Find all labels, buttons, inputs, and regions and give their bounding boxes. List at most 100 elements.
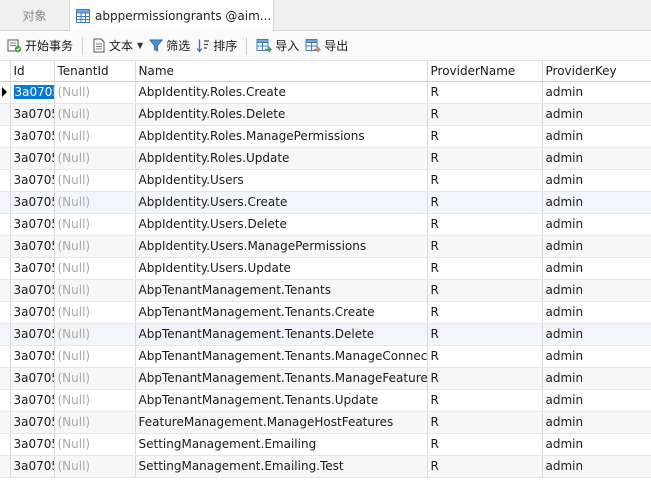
data-grid[interactable]: Id TenantId Name ProviderName ProviderKe… (0, 61, 651, 486)
text-view-button[interactable]: 文本 ▼ (89, 34, 146, 58)
cell-name[interactable]: AbpTenantManagement.Tenants.Create (135, 301, 428, 324)
cell-providerkey[interactable]: admin (542, 147, 651, 170)
cell-id[interactable]: 3a0705 (10, 411, 55, 434)
sort-button[interactable]: 排序 (193, 34, 240, 58)
row-indicator[interactable] (0, 191, 11, 214)
cell-providername[interactable]: R (427, 301, 543, 324)
cell-id[interactable]: 3a0705 (10, 191, 55, 214)
table-row[interactable]: 3a0705(Null) AbpIdentity.Users.Delete Radm… (0, 213, 651, 236)
table-row[interactable]: 3a0705(Null) AbpIdentity.Roles.Update Radm… (0, 147, 651, 170)
cell-providerkey[interactable]: admin (542, 213, 651, 236)
cell-providername[interactable]: R (427, 125, 543, 148)
cell-id[interactable]: 3a0705 (10, 103, 55, 126)
filter-button[interactable]: 筛选 (146, 34, 193, 58)
table-row[interactable]: 3a0705(Null) SettingManagement.Emailing Ra… (0, 433, 651, 456)
column-header-id[interactable]: Id (10, 61, 55, 82)
cell-providerkey[interactable]: admin (542, 125, 651, 148)
row-indicator[interactable] (0, 213, 11, 236)
cell-id[interactable]: 3a0705 (10, 213, 55, 236)
cell-providername[interactable]: R (427, 389, 543, 412)
column-header-providerkey[interactable]: ProviderKey (542, 61, 651, 82)
cell-id[interactable]: 3a0705 (10, 389, 55, 412)
cell-providerkey[interactable]: admin (542, 191, 651, 214)
begin-transaction-button[interactable]: 开始事务 (4, 34, 76, 58)
cell-providername[interactable]: R (427, 235, 543, 258)
cell-tenantid[interactable]: (Null) (54, 169, 136, 192)
cell-name[interactable]: AbpIdentity.Users.ManagePermissions (135, 235, 428, 258)
cell-id[interactable]: 3a0705 (10, 169, 55, 192)
cell-providerkey[interactable]: admin (542, 411, 651, 434)
row-indicator[interactable] (0, 125, 11, 148)
cell-name[interactable]: AbpIdentity.Users.Delete (135, 213, 428, 236)
table-row[interactable]: 3a0705(Null) AbpIdentity.Users Radmin (0, 169, 651, 192)
cell-providername[interactable]: R (427, 257, 543, 280)
cell-providerkey[interactable]: admin (542, 169, 651, 192)
cell-tenantid[interactable]: (Null) (54, 433, 136, 456)
table-row[interactable]: 3a0705(Null) AbpTenantManagement.Tenants.… (0, 367, 651, 390)
row-indicator[interactable] (0, 411, 11, 434)
row-indicator[interactable] (0, 323, 11, 346)
cell-name[interactable]: AbpIdentity.Roles.Create (135, 81, 428, 104)
cell-providername[interactable]: R (427, 147, 543, 170)
cell-providername[interactable]: R (427, 411, 543, 434)
cell-providername[interactable]: R (427, 81, 543, 104)
cell-name[interactable]: AbpTenantManagement.Tenants.Delete (135, 323, 428, 346)
row-indicator[interactable] (0, 257, 11, 280)
cell-tenantid[interactable]: (Null) (54, 191, 136, 214)
cell-providername[interactable]: R (427, 169, 543, 192)
cell-providername[interactable]: R (427, 213, 543, 236)
cell-tenantid[interactable]: (Null) (54, 279, 136, 302)
cell-providerkey[interactable]: admin (542, 345, 651, 368)
cell-providerkey[interactable]: admin (542, 81, 651, 104)
cell-providerkey[interactable]: admin (542, 323, 651, 346)
cell-tenantid[interactable]: (Null) (54, 125, 136, 148)
cell-name[interactable]: AbpTenantManagement.Tenants.ManageFeatur… (135, 367, 428, 390)
row-indicator[interactable] (0, 279, 11, 302)
table-row[interactable]: 3a0705(Null) AbpTenantManagement.Tenants.… (0, 301, 651, 324)
table-row[interactable]: 3a0705(Null) AbpTenantManagement.Tenants.… (0, 323, 651, 346)
export-button[interactable]: 导出 (302, 34, 351, 58)
row-indicator[interactable] (0, 367, 11, 390)
cell-tenantid[interactable]: (Null) (54, 345, 136, 368)
table-row[interactable]: 3a0705 (Null) AbpIdentity.Roles.Create Radm… (0, 81, 651, 104)
cell-tenantid[interactable]: (Null) (54, 257, 136, 280)
cell-providerkey[interactable]: admin (542, 257, 651, 280)
cell-providerkey[interactable]: admin (542, 235, 651, 258)
cell-id[interactable]: 3a0705 (10, 147, 55, 170)
row-indicator[interactable] (0, 235, 11, 258)
cell-providername[interactable]: R (427, 323, 543, 346)
table-row[interactable]: 3a0705(Null) AbpIdentity.Roles.ManagePerm… (0, 125, 651, 148)
cell-name[interactable]: AbpTenantManagement.Tenants.ManageConnec… (135, 345, 428, 368)
cell-tenantid[interactable]: (Null) (54, 103, 136, 126)
cell-providername[interactable]: R (427, 345, 543, 368)
cell-tenantid[interactable]: (Null) (54, 389, 136, 412)
cell-providerkey[interactable]: admin (542, 103, 651, 126)
cell-id[interactable]: 3a0705 (10, 323, 55, 346)
table-row[interactable]: 3a0705(Null) AbpIdentity.Users.Update Radm… (0, 257, 651, 280)
cell-providername[interactable]: R (427, 191, 543, 214)
column-header-providername[interactable]: ProviderName (427, 61, 543, 82)
cell-providerkey[interactable]: admin (542, 279, 651, 302)
cell-name[interactable]: AbpIdentity.Roles.Update (135, 147, 428, 170)
cell-providername[interactable]: R (427, 103, 543, 126)
cell-name[interactable]: SettingManagement.Emailing (135, 433, 428, 456)
cell-providername[interactable]: R (427, 433, 543, 456)
cell-id[interactable]: 3a0705 (10, 455, 55, 478)
row-indicator[interactable] (0, 345, 11, 368)
cell-providername[interactable]: R (427, 279, 543, 302)
cell-id[interactable]: 3a0705 (10, 301, 55, 324)
cell-providerkey[interactable]: admin (542, 367, 651, 390)
cell-name[interactable]: AbpIdentity.Users (135, 169, 428, 192)
cell-id[interactable]: 3a0705 (10, 345, 55, 368)
cell-id[interactable]: 3a0705 (10, 367, 55, 390)
cell-id[interactable]: 3a0705 (10, 257, 55, 280)
cell-providerkey[interactable]: admin (542, 389, 651, 412)
cell-providerkey[interactable]: admin (542, 455, 651, 478)
chevron-down-icon[interactable]: ▼ (137, 41, 143, 50)
cell-tenantid[interactable]: (Null) (54, 213, 136, 236)
column-header-name[interactable]: Name (135, 61, 428, 82)
row-indicator[interactable] (0, 433, 11, 456)
cell-id[interactable]: 3a0705 (10, 235, 55, 258)
cell-id[interactable]: 3a0705 (10, 433, 55, 456)
cell-name[interactable]: AbpIdentity.Users.Create (135, 191, 428, 214)
